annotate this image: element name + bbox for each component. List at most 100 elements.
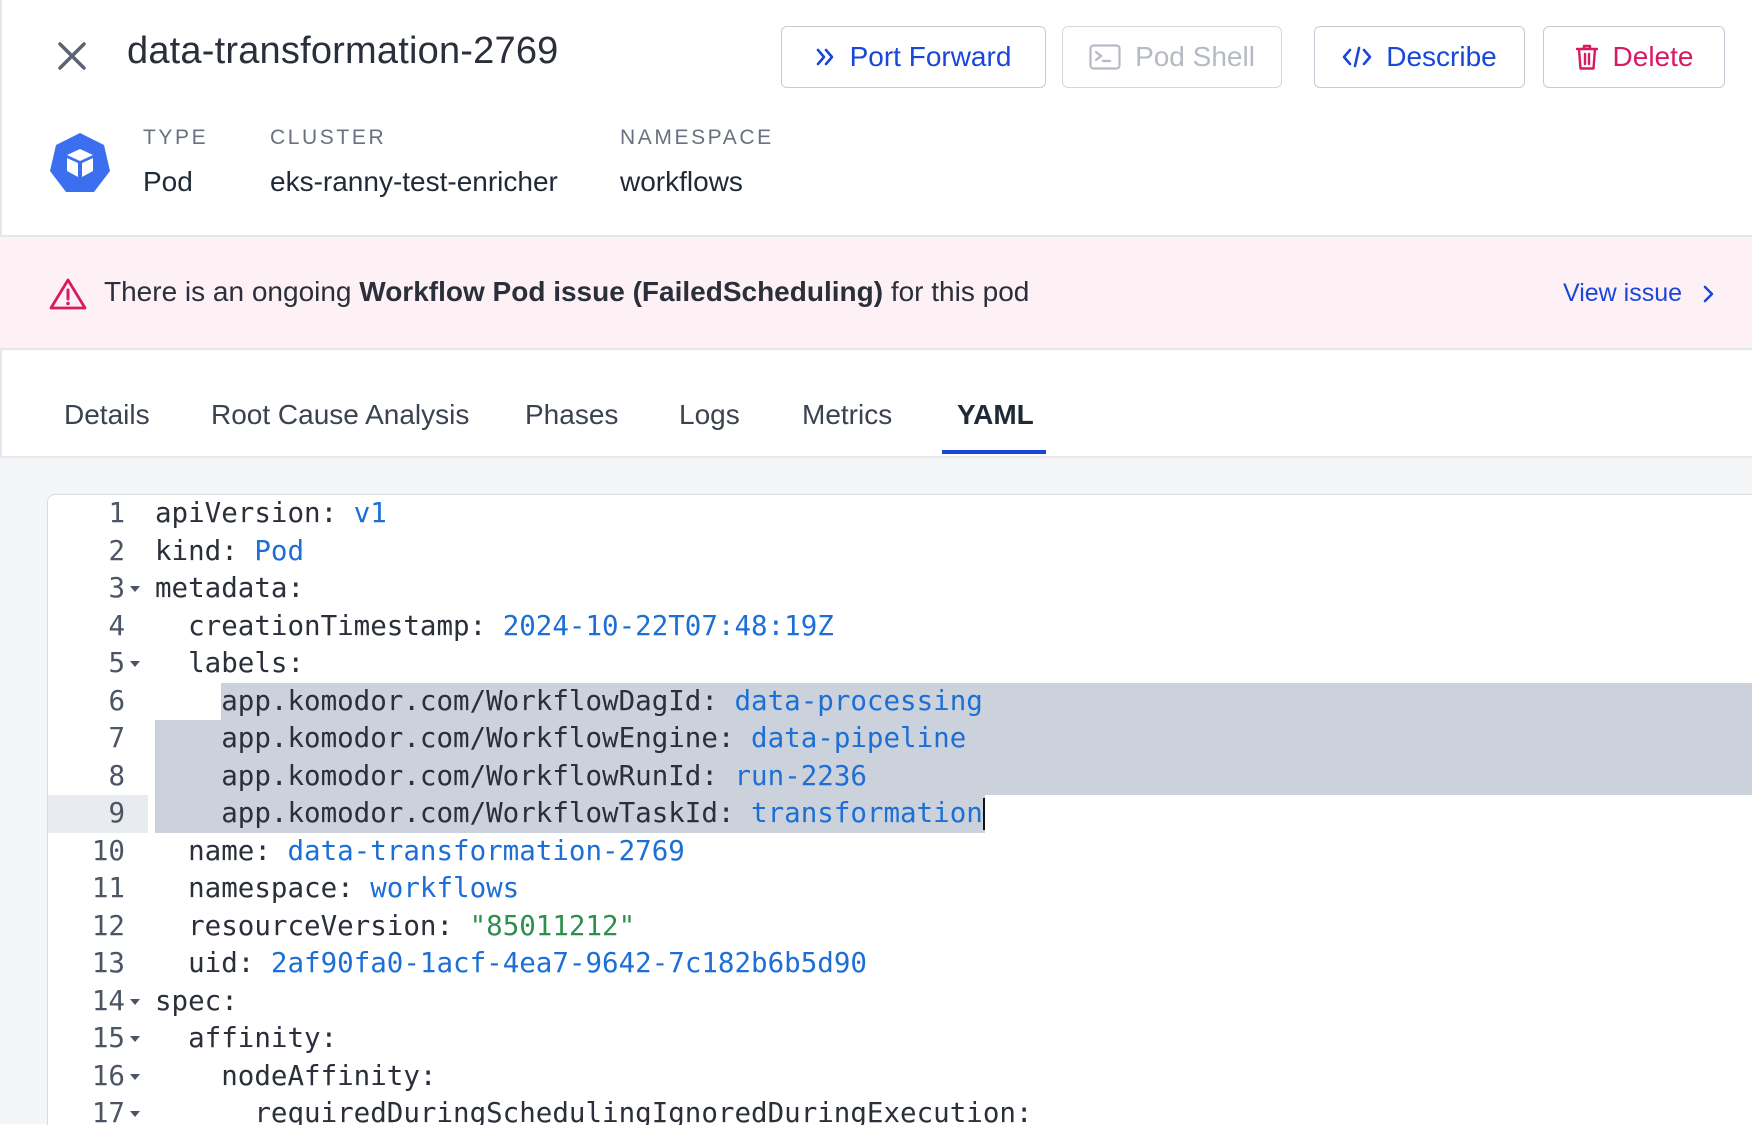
yaml-value: run-2236 [734, 759, 867, 792]
fold-toggle-icon[interactable] [130, 586, 140, 592]
yaml-key: spec: [155, 984, 238, 1017]
yaml-text: spec: [155, 983, 238, 1021]
delete-button[interactable]: Delete [1543, 26, 1725, 88]
terminal-icon [1089, 44, 1121, 70]
line-number: 12 [91, 909, 125, 942]
close-icon[interactable] [52, 36, 92, 76]
line-number: 1 [108, 497, 125, 529]
yaml-value: Pod [254, 534, 305, 567]
alert-message: There is an ongoing Workflow Pod issue (… [104, 276, 1029, 308]
line-number: 10 [91, 834, 125, 867]
yaml-value: v1 [353, 497, 387, 529]
yaml-text: affinity: [155, 1020, 337, 1058]
yaml-line[interactable]: 12 resourceVersion: "85011212" [48, 908, 1752, 946]
yaml-text: app.komodor.com/WorkflowEngine: data-pip… [155, 720, 966, 758]
alert-suffix: for this pod [883, 276, 1030, 307]
fold-toggle-icon[interactable] [130, 998, 140, 1005]
line-number: 6 [108, 684, 125, 717]
chevron-right-icon[interactable] [1700, 282, 1718, 306]
tab-metrics[interactable]: Metrics [802, 399, 892, 431]
line-number: 9 [108, 797, 125, 829]
cluster-label: CLUSTER [270, 126, 387, 149]
yaml-text: apiVersion: v1 [155, 495, 387, 533]
yaml-line[interactable]: 11 namespace: workflows [48, 870, 1752, 908]
tab-details[interactable]: Details [64, 399, 150, 431]
view-issue-link[interactable]: View issue [1563, 279, 1682, 308]
fold-toggle-icon[interactable] [130, 1111, 140, 1117]
yaml-line[interactable]: 5 labels: [48, 645, 1752, 683]
type-value: Pod [143, 166, 193, 197]
namespace-value: workflows [620, 166, 743, 197]
yaml-line[interactable]: 14 spec: [48, 983, 1752, 1021]
tab-yaml[interactable]: YAML [957, 399, 1034, 431]
yaml-line[interactable]: 3 metadata: [48, 570, 1752, 608]
yaml-line[interactable]: 13 uid: 2af90fa0-1acf-4ea7-9642-7c182b6b… [48, 945, 1752, 983]
yaml-key: requiredDuringSchedulingIgnoredDuringExe… [155, 1097, 1033, 1125]
yaml-value: "85011212" [469, 909, 636, 942]
type-label: TYPE [143, 126, 209, 149]
yaml-key: app.komodor.com/WorkflowTaskId: [155, 797, 752, 829]
yaml-line[interactable]: 15 affinity: [48, 1020, 1752, 1058]
port-forward-button[interactable]: Port Forward [781, 26, 1046, 88]
double-chevron-right-icon [816, 48, 833, 66]
namespace-label: NAMESPACE [620, 126, 774, 149]
yaml-key: name: [155, 834, 288, 867]
yaml-value: data-transformation-2769 [287, 834, 685, 867]
yaml-key: creationTimestamp: [155, 609, 503, 642]
cluster-value: eks-ranny-test-enricher [270, 166, 558, 197]
line-number: 7 [108, 722, 125, 754]
yaml-text: creationTimestamp: 2024-10-22T07:48:19Z [155, 608, 834, 646]
yaml-value: data-processing [734, 684, 983, 717]
text-cursor [982, 798, 985, 830]
tab-logs[interactable]: Logs [679, 399, 740, 431]
yaml-key: app.komodor.com/WorkflowDagId: [155, 684, 735, 717]
trash-icon [1575, 44, 1598, 70]
fold-toggle-icon[interactable] [130, 1073, 140, 1080]
yaml-text: name: data-transformation-2769 [155, 833, 685, 871]
line-number: 8 [108, 759, 125, 792]
yaml-line[interactable]: 16 nodeAffinity: [48, 1058, 1752, 1096]
tab-phases[interactable]: Phases [525, 399, 618, 431]
fold-toggle-icon[interactable] [130, 1036, 140, 1042]
line-number: 14 [91, 984, 125, 1017]
yaml-value: workflows [370, 872, 520, 904]
yaml-key: kind: [155, 534, 255, 567]
alert-issue-name: Workflow Pod issue (FailedScheduling) [359, 276, 884, 307]
line-number: 2 [108, 534, 125, 567]
yaml-line[interactable]: 4 creationTimestamp: 2024-10-22T07:48:19… [48, 608, 1752, 646]
yaml-line[interactable]: 9 app.komodor.com/WorkflowTaskId: transf… [48, 795, 1752, 833]
pod-shell-button[interactable]: Pod Shell [1062, 26, 1282, 88]
yaml-text: metadata: [155, 570, 304, 608]
yaml-line[interactable]: 8 app.komodor.com/WorkflowRunId: run-223… [48, 757, 1752, 795]
code-icon [1342, 46, 1372, 68]
yaml-key: apiVersion: [155, 497, 354, 529]
yaml-key: namespace: [155, 872, 371, 904]
line-number: 13 [91, 947, 125, 979]
yaml-line[interactable]: 1 apiVersion: v1 [48, 495, 1752, 533]
yaml-line[interactable]: 2 kind: Pod [48, 533, 1752, 571]
fold-toggle-icon[interactable] [130, 661, 140, 667]
warning-triangle-icon [49, 278, 87, 310]
yaml-text: resourceVersion: "85011212" [155, 908, 635, 946]
delete-label: Delete [1612, 41, 1694, 72]
describe-button[interactable]: Describe [1314, 26, 1525, 88]
yaml-text: namespace: workflows [155, 870, 519, 908]
yaml-line[interactable]: 17 requiredDuringSchedulingIgnoredDuring… [48, 1095, 1752, 1125]
yaml-key: uid: [155, 947, 271, 979]
yaml-key: affinity: [155, 1022, 338, 1054]
yaml-value: data-pipeline [751, 722, 967, 754]
yaml-text: uid: 2af90fa0-1acf-4ea7-9642-7c182b6b5d9… [155, 945, 867, 983]
yaml-text: app.komodor.com/WorkflowTaskId: transfor… [155, 795, 985, 833]
yaml-line[interactable]: 7 app.komodor.com/WorkflowEngine: data-p… [48, 720, 1752, 758]
yaml-key: app.komodor.com/WorkflowRunId: [155, 759, 735, 792]
describe-label: Describe [1386, 41, 1497, 72]
yaml-editor[interactable]: 1 apiVersion: v1 2 kind: Pod 3 metadata: 4 cre… [47, 494, 1752, 1125]
yaml-key: metadata: [155, 572, 305, 604]
yaml-line[interactable]: 10 name: data-transformation-2769 [48, 833, 1752, 871]
line-number: 4 [108, 609, 125, 642]
yaml-line[interactable]: 6 app.komodor.com/WorkflowDagId: data-pr… [48, 682, 1752, 720]
yaml-code[interactable]: 1 apiVersion: v1 2 kind: Pod 3 metadata: 4 cre… [48, 495, 1752, 1125]
yaml-value: transformation [751, 797, 983, 829]
yaml-text: requiredDuringSchedulingIgnoredDuringExe… [155, 1095, 1033, 1125]
tab-root-cause-analysis[interactable]: Root Cause Analysis [211, 399, 469, 431]
